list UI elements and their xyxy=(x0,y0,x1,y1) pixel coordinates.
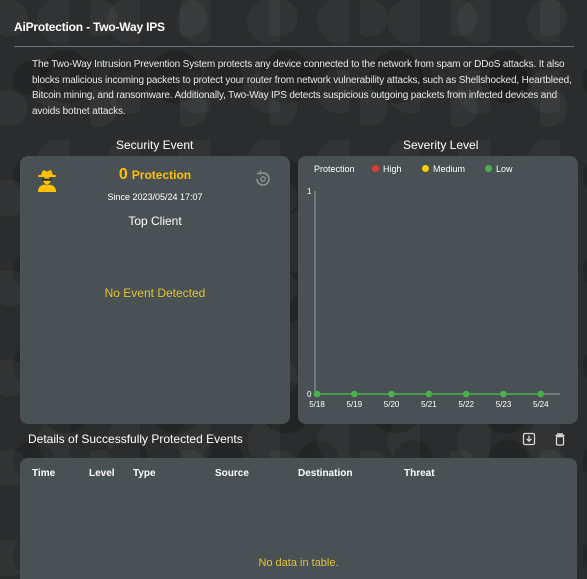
column-header-level[interactable]: Level xyxy=(89,468,115,479)
x-tick-label: 5/22 xyxy=(458,400,474,409)
no-event-message: No Event Detected xyxy=(104,286,206,300)
severity-level-heading: Severity Level xyxy=(403,138,479,152)
security-event-heading: Security Event xyxy=(116,138,194,152)
title-divider xyxy=(14,46,574,47)
top-client-label: Top Client xyxy=(128,214,182,228)
protection-count-label: Protection xyxy=(131,168,192,182)
data-point xyxy=(425,390,433,398)
data-point xyxy=(537,390,545,398)
events-table: Time Level Type Source Destination Threa… xyxy=(20,458,577,579)
y-tick-label: 1 xyxy=(307,187,312,196)
data-point xyxy=(313,390,321,398)
column-header-time[interactable]: Time xyxy=(32,468,55,479)
empty-table-message: No data in table. xyxy=(258,557,339,569)
data-point xyxy=(462,390,470,398)
y-tick-label: 0 xyxy=(307,390,312,399)
reset-icon[interactable] xyxy=(252,168,274,190)
x-tick-label: 5/24 xyxy=(533,400,549,409)
details-heading: Details of Successfully Protected Events xyxy=(28,432,243,446)
severity-level-panel: Protection High Medium Low 0 1 5/18 5/19 5/2… xyxy=(298,156,578,424)
protection-count-line: 0 Protection xyxy=(20,166,290,184)
x-tick-label: 5/23 xyxy=(496,400,512,409)
data-point xyxy=(500,390,507,398)
security-event-panel: 0 Protection Since 2023/05/24 17:07 Top C… xyxy=(20,156,290,424)
export-icon[interactable] xyxy=(522,432,536,446)
column-header-source[interactable]: Source xyxy=(215,468,249,479)
data-point xyxy=(351,390,358,398)
delete-icon[interactable] xyxy=(553,432,567,446)
protection-count: 0 xyxy=(118,166,128,183)
x-tick-label: 5/20 xyxy=(384,400,400,409)
x-tick-label: 5/19 xyxy=(347,400,363,409)
x-tick-label: 5/18 xyxy=(309,400,325,409)
page-title: AiProtection - Two-Way IPS xyxy=(14,20,165,34)
column-header-threat[interactable]: Threat xyxy=(404,468,435,479)
since-timestamp: Since 2023/05/24 17:07 xyxy=(107,192,203,202)
severity-chart: 0 1 5/18 5/19 5/20 5/21 5/22 5/23 5/24 xyxy=(307,187,560,409)
description-text: The Two-Way Intrusion Prevention System … xyxy=(32,59,572,117)
column-header-destination[interactable]: Destination xyxy=(298,468,352,479)
data-point xyxy=(388,390,395,398)
x-tick-label: 5/21 xyxy=(421,400,437,409)
title-bar: AiProtection - Two-Way IPS xyxy=(0,0,587,44)
column-header-type[interactable]: Type xyxy=(133,468,156,479)
